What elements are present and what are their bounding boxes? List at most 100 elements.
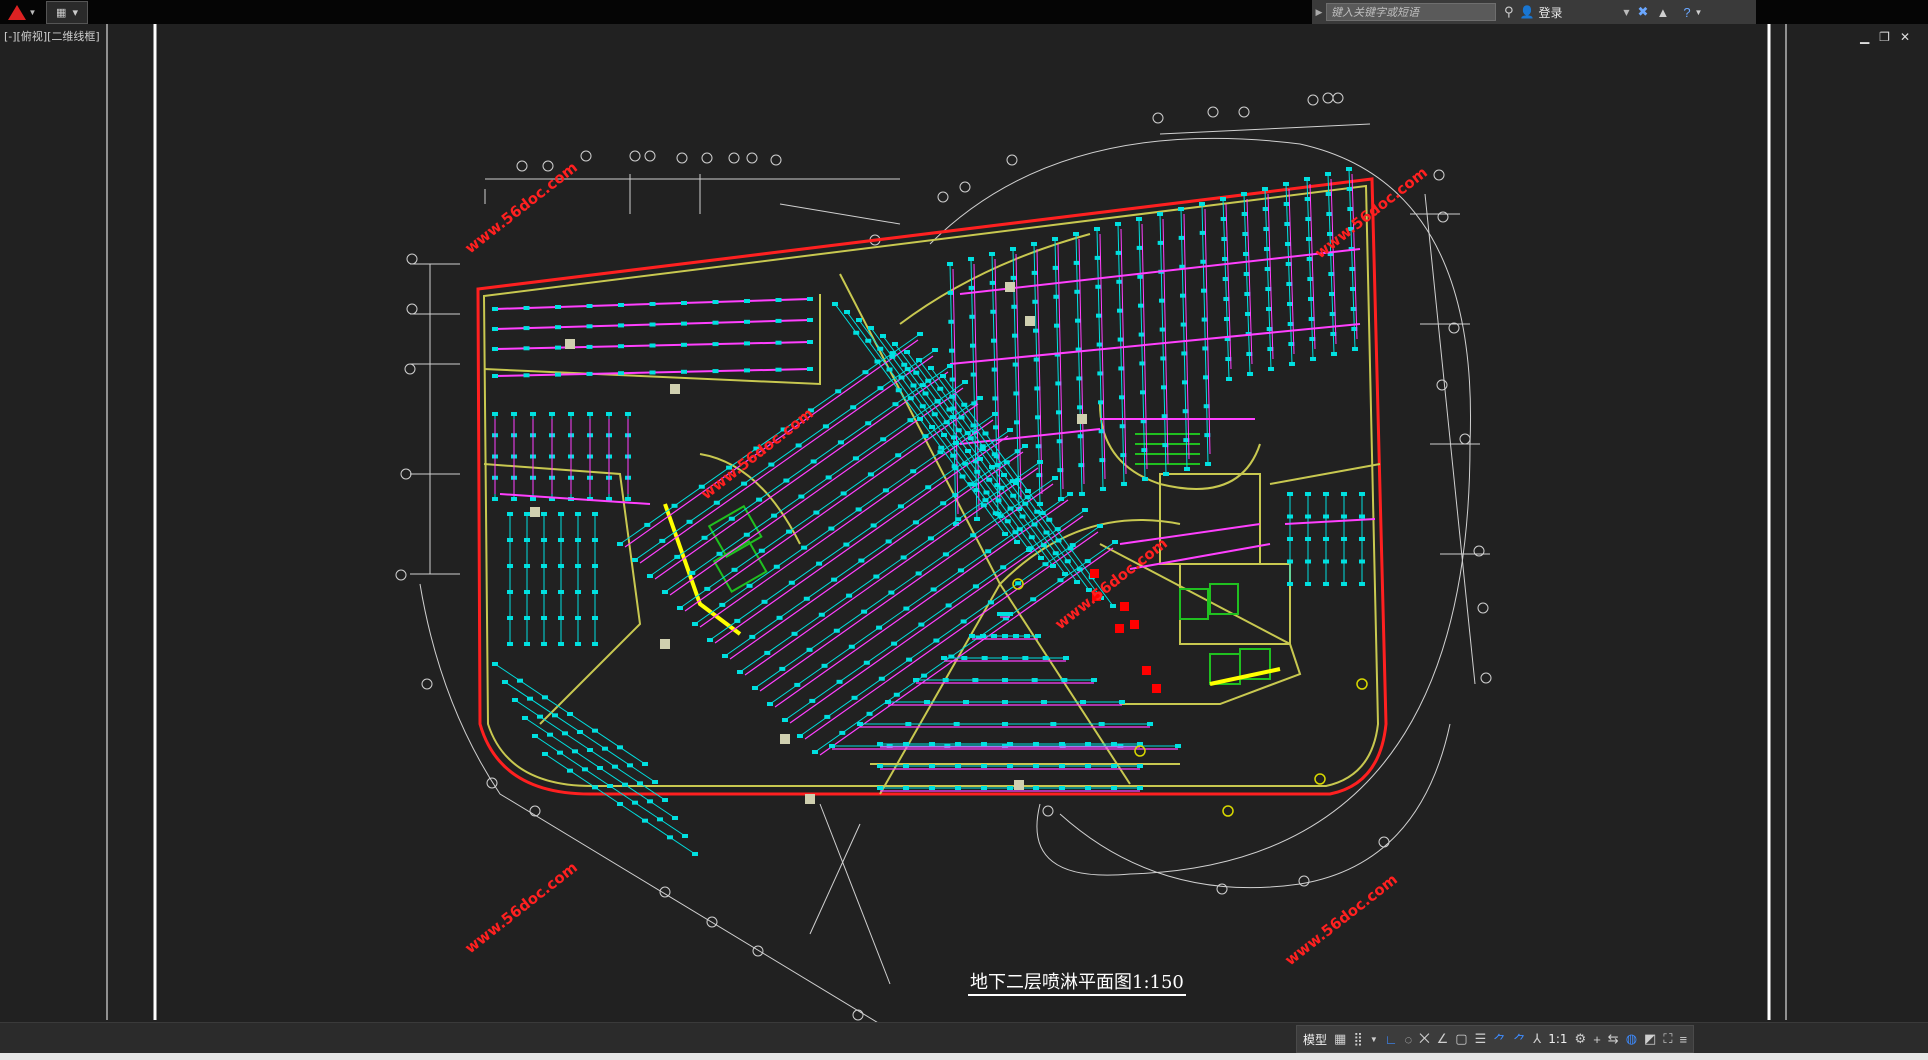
sprinkler-head [1015,581,1022,586]
close-icon[interactable]: ✕ [1900,30,1910,44]
sprinkler-head [746,583,753,588]
polar-icon[interactable]: ◌ [1405,1032,1413,1047]
sprinkler-head [1025,489,1031,493]
sprinkler-head [965,449,971,453]
sprinkler-head [511,412,517,416]
sprinkler-head [977,396,983,400]
sprinkler-head [507,590,513,594]
sprinkler-pipe [994,258,1001,505]
sprinkler-head [948,319,955,324]
sprinkler-head [1178,207,1184,211]
chevron-down-icon[interactable]: ▼ [1695,8,1703,17]
clean-screen-icon[interactable]: ⛶ [1663,1031,1672,1047]
sprinkler-head [1004,519,1011,524]
sprinkler-head [557,750,563,755]
viewport-controls-label[interactable]: [-][俯视][二维线框] [4,28,100,44]
sprinkler-head [758,548,765,553]
sprinkler-pipe [1309,183,1316,350]
restore-icon[interactable]: ❐ [1879,30,1890,44]
object-snap-icon[interactable]: ▢ [1455,1031,1467,1047]
sprinkler-head [858,558,865,563]
sprinkler-head [632,800,638,805]
login-label: 登录 [1538,5,1563,20]
a360-icon[interactable]: ▲ [1656,5,1669,20]
sprinkler-head [541,564,547,568]
quick-access-toolbar[interactable]: ▦ ▾ [46,1,88,24]
sprinkler-head [632,558,638,562]
sprinkler-head [949,348,955,353]
annotation-visibility-icon[interactable]: ⺈ [1493,1030,1506,1049]
sprinkler-head [1042,562,1049,567]
app-menu-button[interactable]: ▼ [2,1,42,23]
sprinkler-head [1030,597,1037,602]
sprinkler-head [555,345,561,350]
isodraft-icon[interactable]: ⨉ [1419,1031,1429,1047]
sprinkler-head [1052,265,1059,270]
help-icon[interactable]: ? [1683,5,1690,20]
snap-icon[interactable]: ⣿ [1353,1031,1363,1047]
sprinkler-head [981,656,988,660]
sprinkler-head [1310,357,1316,361]
sprinkler-head [1137,764,1143,768]
sprinkler-head [592,512,598,516]
sprinkler-head [855,507,862,512]
plus-icon[interactable]: + [1593,1032,1601,1047]
units-icon[interactable]: ⇆ [1608,1031,1619,1047]
minimize-icon[interactable]: ▁ [1860,30,1869,44]
scale-selector[interactable]: 1:1 [1548,1032,1567,1046]
sprinkler-head [1359,514,1365,519]
sprinkler-head [1136,217,1142,221]
user-icon: 👤 [1519,5,1535,19]
binoculars-icon[interactable]: ⚲ [1504,4,1514,20]
isolate-objects-icon[interactable]: ◍ [1626,1031,1637,1047]
grid-icon[interactable]: ▦ [1334,1031,1346,1047]
lineweight-icon[interactable]: ☰ [1475,1031,1487,1047]
sprinkler-head [575,538,581,542]
sprinkler-head [575,512,581,516]
sprinkler-head [1289,362,1295,366]
sprinkler-head [1241,212,1248,216]
object-snap-tracking-icon[interactable]: ∠ [1437,1031,1449,1047]
sprinkler-head [1074,580,1080,584]
sprinkler-head [1038,556,1044,560]
sprinkler-pipe [1162,218,1169,465]
sprinkler-pipe [1078,238,1085,485]
sprinkler-head [681,342,687,347]
sprinkler-head [542,752,548,756]
sprinkler-head [969,634,975,638]
sprinkler-head [903,764,909,768]
model-space-button[interactable]: 模型 [1303,1031,1327,1048]
sprinkler-head [592,564,598,568]
exchange-icon[interactable]: ✖ [1638,4,1649,20]
sprinkler-head [712,342,719,347]
sprinkler-head [931,412,938,417]
sprinkler-head [825,475,832,480]
sprinkler-head [507,538,513,542]
sprinkler-head [1064,559,1071,564]
auto-scale-icon[interactable]: ⺈ [1513,1030,1526,1049]
sprinkler-head [1097,524,1103,528]
customize-menu-icon[interactable]: ≡ [1679,1032,1687,1047]
sprinkler-head [1323,537,1329,541]
ortho-icon[interactable]: ∟ [1385,1032,1398,1047]
hardware-acceleration-icon[interactable]: ◩ [1644,1031,1656,1047]
drawing-canvas[interactable]: www.56doc.com www.56doc.com www.56doc.co… [0,24,1928,1024]
sprinkler-head [907,418,914,423]
sprinkler-head [1069,543,1076,548]
sprinkler-head [942,552,949,557]
sprinkler-head [1022,444,1028,448]
annotation-scale-icon[interactable]: ⅄ [1533,1031,1541,1047]
chevron-down-icon[interactable]: ▼ [1370,1035,1378,1044]
sprinkler-head [1346,167,1352,171]
expand-arrow-icon[interactable]: ▶ [1312,7,1326,18]
sprinkler-head [1199,202,1205,206]
sprinkler-head [681,301,687,305]
login-button[interactable]: 👤 登录 ▼ [1520,4,1630,21]
dimension-line [819,803,891,985]
sprinkler-head [925,378,932,383]
search-input[interactable] [1326,3,1496,21]
workspace-gear-icon[interactable]: ⚙ [1575,1031,1587,1047]
sprinkler-head [807,297,813,301]
sprinkler-pipe [1351,173,1358,340]
sprinkler-head [704,586,711,591]
